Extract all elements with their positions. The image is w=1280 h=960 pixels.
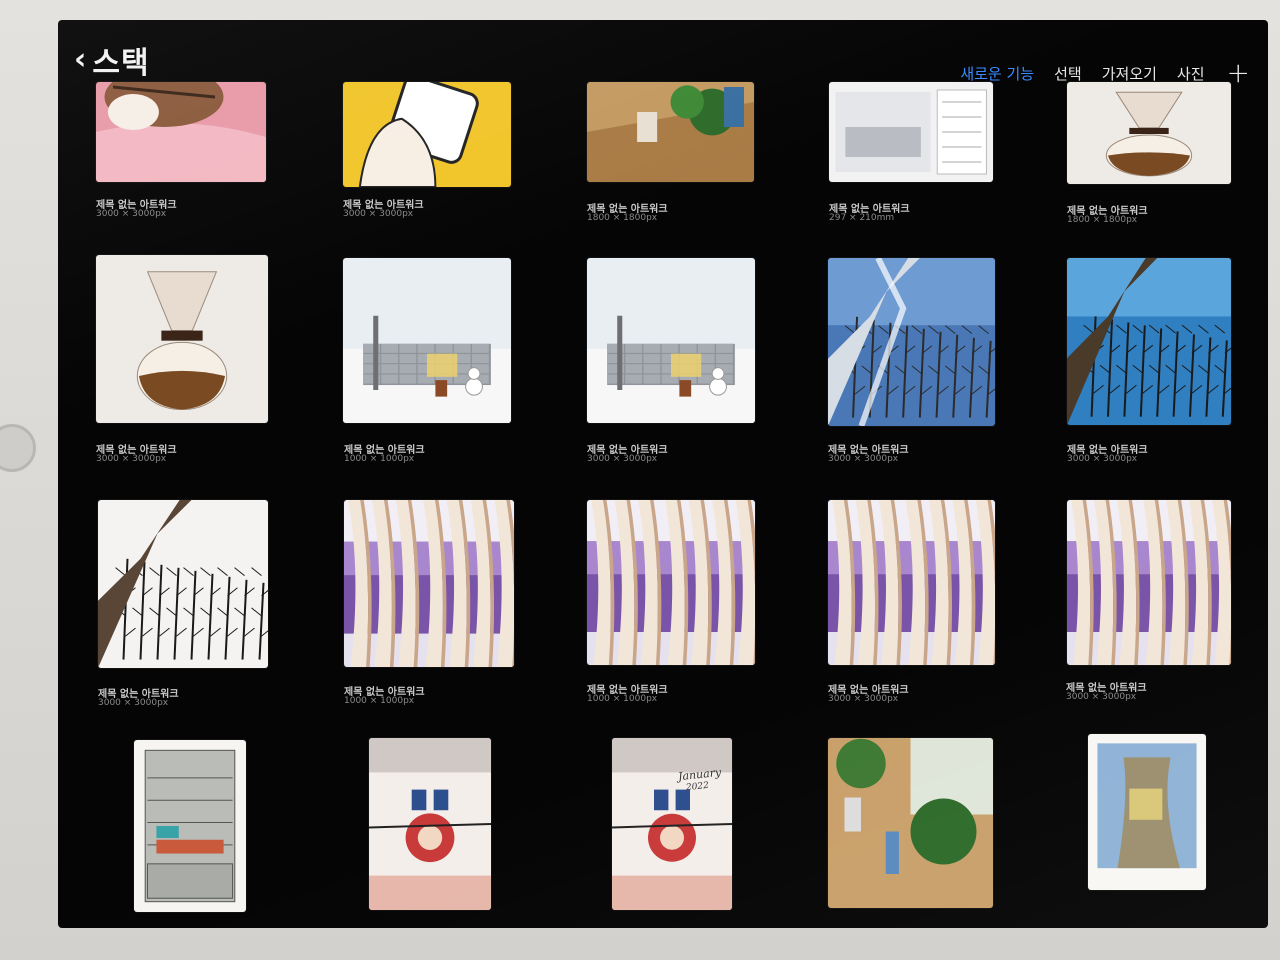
artwork-dimensions: 3000 × 3000px bbox=[1066, 692, 1137, 702]
artwork-thumbnail[interactable] bbox=[369, 738, 491, 910]
artwork-dimensions: 3000 × 3000px bbox=[343, 209, 414, 219]
artwork-thumbnail[interactable] bbox=[344, 500, 514, 667]
artwork-dimensions: 3000 × 3000px bbox=[98, 698, 169, 708]
artwork-dimensions: 1000 × 1000px bbox=[587, 694, 658, 704]
artwork-thumbnail[interactable] bbox=[1067, 258, 1231, 425]
artwork-thumbnail[interactable] bbox=[134, 740, 246, 912]
artwork-thumbnail[interactable] bbox=[829, 82, 993, 182]
artwork-thumbnail[interactable] bbox=[587, 500, 755, 665]
gallery-screen: ‹ 스택 새로운 기능 선택 가져오기 사진 + 제목 없는 아트워크 3000 … bbox=[58, 20, 1268, 928]
artwork-dimensions: 3000 × 3000px bbox=[96, 454, 167, 464]
artwork-dimensions: 1000 × 1000px bbox=[344, 696, 415, 706]
artwork-dimensions: 1800 × 1800px bbox=[1067, 215, 1138, 225]
artwork-dimensions: 1800 × 1800px bbox=[587, 213, 658, 223]
artwork-dimensions: 297 × 210mm bbox=[829, 213, 895, 223]
artwork-thumbnail[interactable] bbox=[1067, 82, 1231, 184]
artwork-thumbnail[interactable] bbox=[587, 82, 754, 182]
artwork-thumbnail[interactable] bbox=[1088, 734, 1206, 890]
artwork-thumbnail[interactable] bbox=[828, 738, 993, 908]
artwork-dimensions: 3000 × 3000px bbox=[96, 209, 167, 219]
artwork-thumbnail[interactable] bbox=[828, 258, 995, 426]
artwork-thumbnail[interactable] bbox=[96, 82, 266, 182]
artwork-thumbnail[interactable] bbox=[612, 738, 732, 910]
artwork-thumbnail[interactable] bbox=[828, 500, 995, 665]
artwork-thumbnail[interactable] bbox=[343, 258, 511, 423]
home-button[interactable] bbox=[0, 424, 36, 472]
artwork-thumbnail[interactable] bbox=[96, 255, 268, 423]
artwork-dimensions: 3000 × 3000px bbox=[1067, 454, 1138, 464]
artwork-thumbnail[interactable] bbox=[343, 82, 511, 187]
artwork-thumbnail[interactable] bbox=[98, 500, 268, 668]
artwork-thumbnail[interactable] bbox=[1067, 500, 1231, 665]
artwork-dimensions: 3000 × 3000px bbox=[587, 454, 658, 464]
artwork-thumbnail[interactable] bbox=[587, 258, 755, 423]
artwork-dimensions: 3000 × 3000px bbox=[828, 694, 899, 704]
artwork-dimensions: 3000 × 3000px bbox=[828, 454, 899, 464]
artwork-grid: 제목 없는 아트워크 3000 × 3000px 제목 없는 아트워크 3000 ×… bbox=[58, 20, 1268, 928]
artwork-dimensions: 1000 × 1000px bbox=[344, 454, 415, 464]
